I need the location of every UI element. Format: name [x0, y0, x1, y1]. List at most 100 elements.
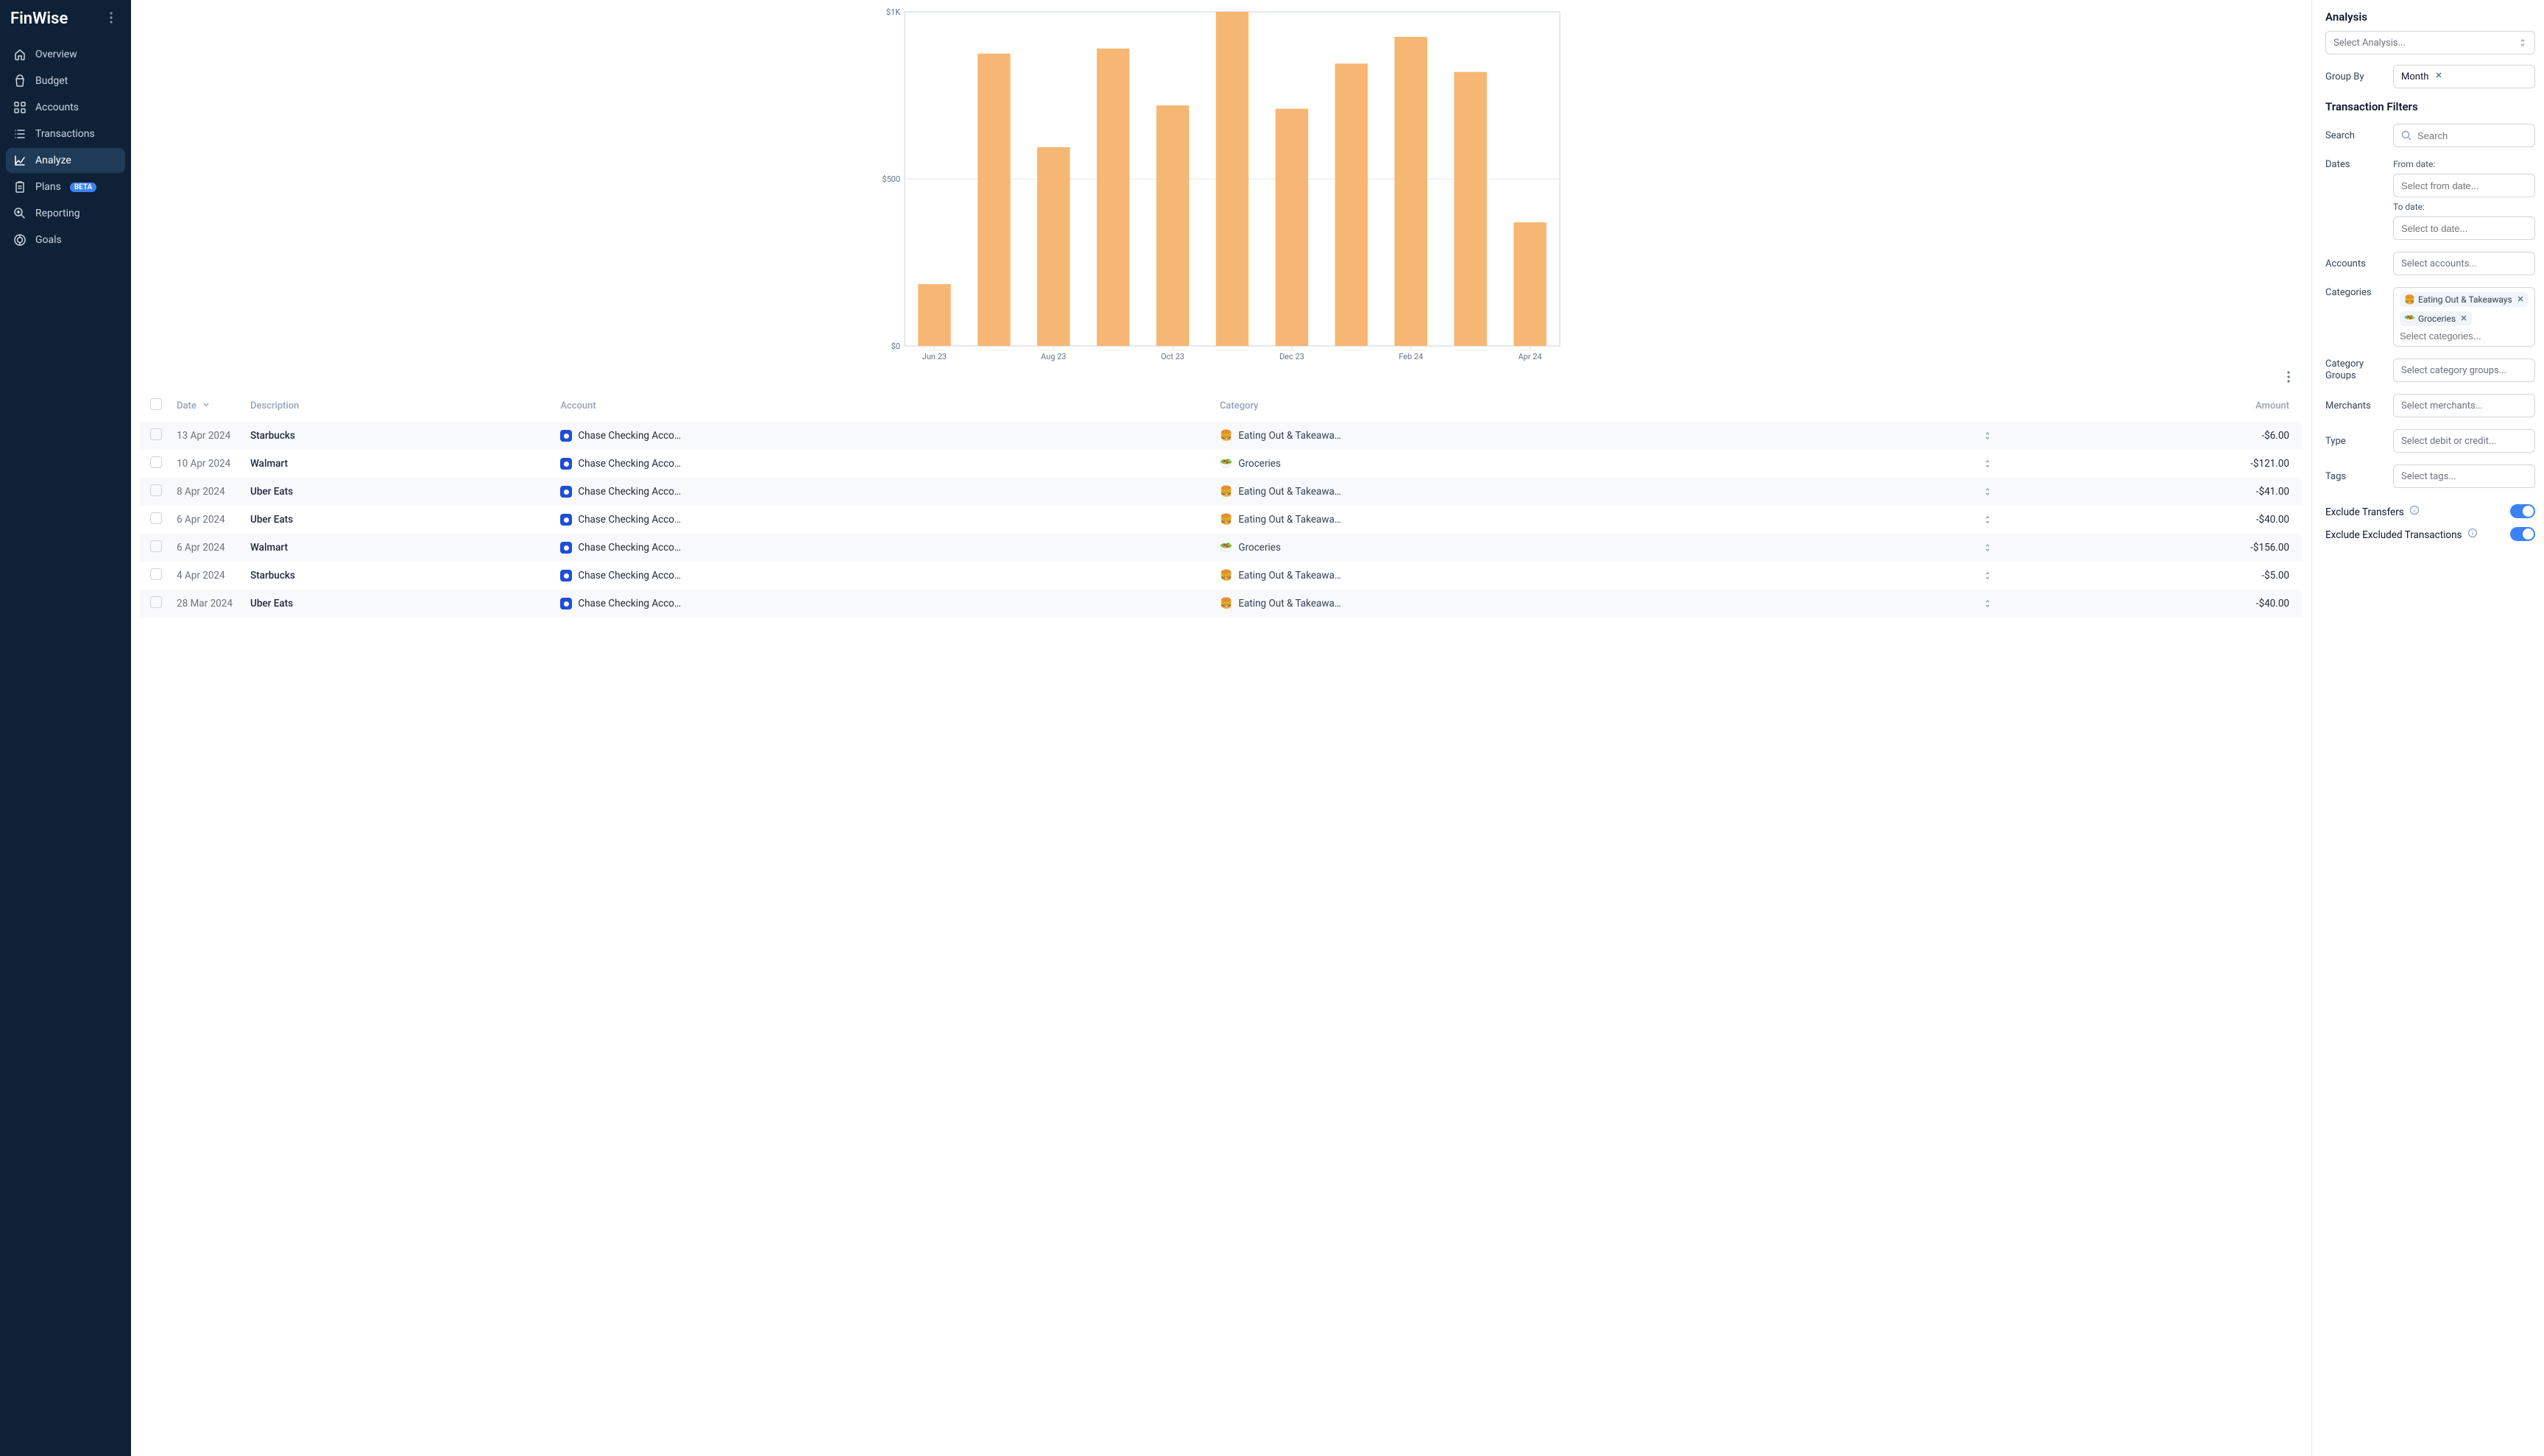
sidebar-item-goals[interactable]: Goals [6, 227, 125, 252]
bar-Apr 24[interactable] [1513, 222, 1547, 346]
info-icon[interactable] [2409, 505, 2420, 515]
row-checkbox[interactable] [150, 596, 162, 608]
exclude-transfers-toggle[interactable] [2510, 504, 2535, 518]
analysis-select[interactable]: Select Analysis... [2325, 31, 2535, 54]
tags-select[interactable]: Select tags... [2393, 464, 2535, 488]
table-row[interactable]: 28 Mar 2024 Uber Eats Chase Checking Acc… [140, 590, 2303, 618]
row-checkbox[interactable] [150, 428, 162, 440]
col-date[interactable]: Date [169, 389, 243, 422]
category-cell[interactable]: 🍔Eating Out & Takeawa… [1220, 430, 2005, 442]
table-row[interactable]: 6 Apr 2024 Walmart Chase Checking Acco… … [140, 534, 2303, 562]
date-cell: 6 Apr 2024 [169, 534, 243, 562]
table-row[interactable]: 6 Apr 2024 Uber Eats Chase Checking Acco… [140, 506, 2303, 534]
filters-heading: Transaction Filters [2325, 100, 2535, 113]
category-emoji-icon: 🍔 [1220, 570, 1232, 582]
amount-cell: -$156.00 [2013, 534, 2303, 562]
nav-label: Analyze [35, 155, 71, 166]
beta-badge: BETA [70, 183, 96, 192]
clear-groupby-button[interactable] [2434, 71, 2443, 82]
table-menu-button[interactable] [2280, 368, 2297, 388]
category-cell[interactable]: 🍔Eating Out & Takeawa… [1220, 514, 2005, 526]
bar-Aug 23[interactable] [1037, 147, 1070, 346]
date-cell: 6 Apr 2024 [169, 506, 243, 534]
category-cell[interactable]: 🥗Groceries [1220, 458, 2005, 470]
row-checkbox[interactable] [150, 512, 162, 524]
sidebar-item-plans[interactable]: PlansBETA [6, 174, 125, 199]
account-cell[interactable]: Chase Checking Acco… [560, 570, 1205, 582]
sidebar-item-transactions[interactable]: Transactions [6, 121, 125, 146]
sidebar-item-analyze[interactable]: Analyze [6, 148, 125, 173]
info-icon[interactable] [2467, 528, 2478, 538]
chevron-updown-icon[interactable] [1983, 598, 1992, 609]
row-checkbox[interactable] [150, 540, 162, 552]
bank-icon [560, 430, 572, 442]
account-cell[interactable]: Chase Checking Acco… [560, 514, 1205, 526]
svg-text:Jun 23: Jun 23 [922, 352, 947, 361]
account-cell[interactable]: Chase Checking Acco… [560, 486, 1205, 498]
bar-Jul 23[interactable] [978, 54, 1011, 346]
chevron-updown-icon[interactable] [1983, 543, 1992, 553]
remove-tag-button[interactable] [2460, 314, 2467, 324]
bar-Jun 23[interactable] [918, 284, 951, 346]
row-checkbox[interactable] [150, 484, 162, 496]
svg-text:Apr 24: Apr 24 [1518, 352, 1541, 361]
col-amount[interactable]: Amount [2013, 389, 2303, 422]
sidebar-item-overview[interactable]: Overview [6, 42, 125, 67]
sidebar-menu-button[interactable] [103, 9, 119, 29]
catgroups-select[interactable]: Select category groups... [2393, 358, 2535, 382]
from-date-label: From date: [2393, 159, 2535, 169]
category-cell[interactable]: 🍔Eating Out & Takeawa… [1220, 570, 2005, 582]
col-description[interactable]: Description [243, 389, 553, 422]
account-cell[interactable]: Chase Checking Acco… [560, 430, 1205, 442]
brand-logo[interactable]: FinWise [10, 10, 68, 28]
row-checkbox[interactable] [150, 568, 162, 580]
categories-input[interactable] [2400, 331, 2529, 342]
sidebar-item-budget[interactable]: Budget [6, 68, 125, 93]
exclude-excluded-toggle[interactable] [2510, 527, 2535, 541]
search-input-wrap[interactable] [2393, 124, 2535, 147]
chevron-updown-icon[interactable] [1983, 459, 1992, 469]
bar-Feb 24[interactable] [1394, 37, 1427, 346]
bar-Dec 23[interactable] [1276, 109, 1309, 346]
account-cell[interactable]: Chase Checking Acco… [560, 542, 1205, 554]
sidebar-item-reporting[interactable]: Reporting [6, 201, 125, 226]
accounts-select[interactable]: Select accounts... [2393, 252, 2535, 275]
merchants-select[interactable]: Select merchants... [2393, 394, 2535, 417]
chevron-updown-icon [2518, 38, 2527, 48]
table-row[interactable]: 4 Apr 2024 Starbucks Chase Checking Acco… [140, 562, 2303, 590]
row-checkbox[interactable] [150, 456, 162, 468]
account-cell[interactable]: Chase Checking Acco… [560, 458, 1205, 470]
bar-Sep 23[interactable] [1097, 49, 1130, 346]
category-cell[interactable]: 🍔Eating Out & Takeawa… [1220, 598, 2005, 609]
chevron-updown-icon[interactable] [1983, 515, 1992, 525]
categories-select[interactable]: 🍔Eating Out & Takeaways🥗Groceries [2393, 287, 2535, 347]
category-cell[interactable]: 🥗Groceries [1220, 542, 2005, 554]
date-cell: 13 Apr 2024 [169, 422, 243, 450]
bank-icon [560, 570, 572, 582]
date-cell: 4 Apr 2024 [169, 562, 243, 590]
chevron-updown-icon[interactable] [1983, 487, 1992, 497]
search-input[interactable] [2417, 130, 2527, 141]
groupby-select[interactable]: Month [2393, 65, 2535, 88]
table-row[interactable]: 10 Apr 2024 Walmart Chase Checking Acco…… [140, 450, 2303, 478]
bar-Mar 24[interactable] [1454, 72, 1487, 346]
amount-cell: -$40.00 [2013, 506, 2303, 534]
bar-Jan 24[interactable] [1335, 63, 1368, 346]
merchants-label: Merchants [2325, 400, 2386, 411]
type-select[interactable]: Select debit or credit... [2393, 429, 2535, 453]
select-all-checkbox[interactable] [150, 398, 162, 410]
col-category[interactable]: Category [1212, 389, 2013, 422]
bar-Oct 23[interactable] [1156, 105, 1190, 346]
chevron-updown-icon[interactable] [1983, 570, 1992, 581]
table-row[interactable]: 13 Apr 2024 Starbucks Chase Checking Acc… [140, 422, 2303, 450]
to-date-input[interactable] [2393, 216, 2535, 240]
account-cell[interactable]: Chase Checking Acco… [560, 598, 1205, 609]
sidebar-item-accounts[interactable]: Accounts [6, 95, 125, 120]
from-date-input[interactable] [2393, 174, 2535, 197]
chevron-updown-icon[interactable] [1983, 431, 1992, 441]
bar-Nov 23[interactable] [1216, 12, 1249, 346]
category-cell[interactable]: 🍔Eating Out & Takeawa… [1220, 486, 2005, 498]
remove-tag-button[interactable] [2517, 294, 2524, 305]
col-account[interactable]: Account [553, 389, 1212, 422]
table-row[interactable]: 8 Apr 2024 Uber Eats Chase Checking Acco… [140, 478, 2303, 506]
